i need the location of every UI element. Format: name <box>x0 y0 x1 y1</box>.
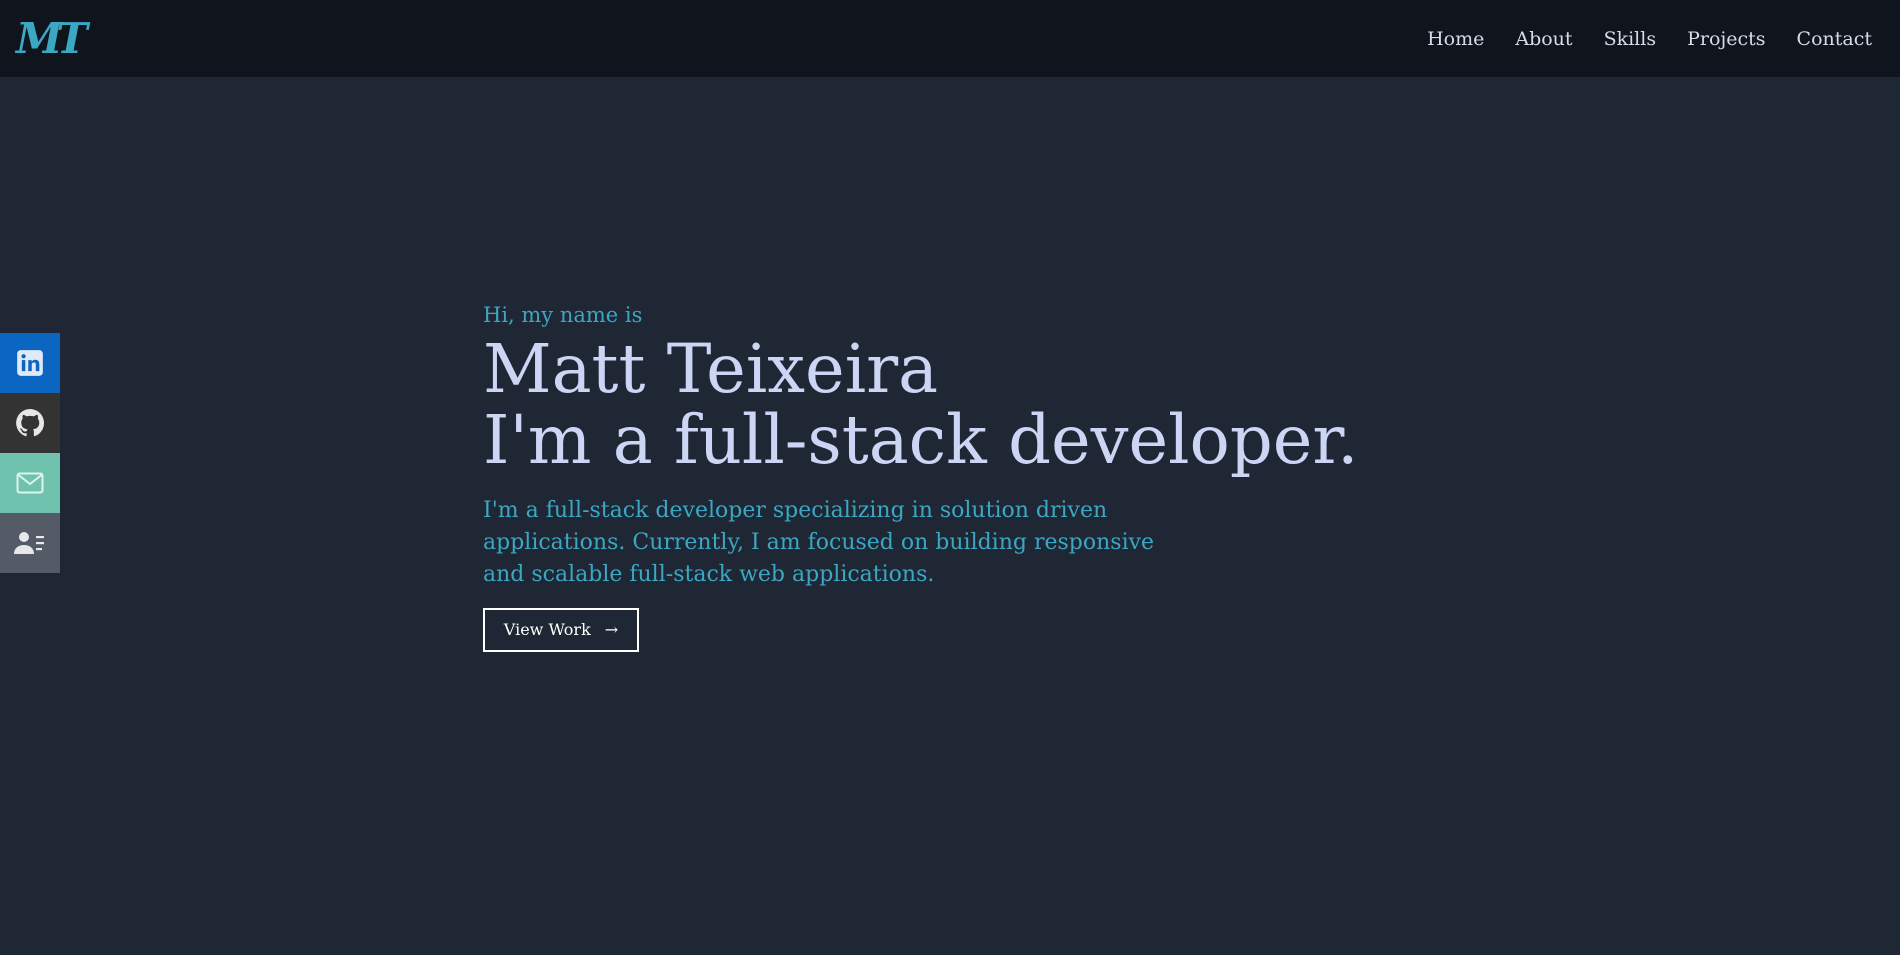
hero-name: Matt Teixeira <box>483 330 939 409</box>
mail-icon <box>16 472 44 494</box>
linkedin-link[interactable] <box>0 333 60 393</box>
resume-icon <box>14 532 44 554</box>
email-link[interactable] <box>0 453 60 513</box>
github-link[interactable] <box>0 393 60 453</box>
site-logo[interactable]: MT <box>16 17 88 60</box>
social-sidebar <box>0 333 60 573</box>
linkedin-icon <box>17 350 43 376</box>
resume-link[interactable] <box>0 513 60 573</box>
navbar: MT Home About Skills Projects Contact <box>0 0 1900 77</box>
nav-link-home[interactable]: Home <box>1427 28 1484 50</box>
arrow-right-icon: → <box>604 619 619 639</box>
nav-links: Home About Skills Projects Contact <box>1396 28 1872 50</box>
nav-link-about[interactable]: About <box>1515 28 1572 50</box>
view-work-button[interactable]: View Work → <box>483 607 639 652</box>
view-work-label: View Work <box>503 620 591 640</box>
github-icon <box>16 409 45 437</box>
hero-section: Hi, my name is Matt Teixeira I'm a full-… <box>483 303 1483 652</box>
hero-bio: I'm a full-stack developer specializing … <box>483 497 1155 587</box>
hero-greeting: Hi, my name is <box>483 303 643 327</box>
nav-link-skills[interactable]: Skills <box>1604 28 1657 50</box>
nav-link-contact[interactable]: Contact <box>1797 28 1872 50</box>
hero-tagline: I'm a full-stack developer. <box>483 400 1359 479</box>
nav-link-projects[interactable]: Projects <box>1687 28 1765 50</box>
